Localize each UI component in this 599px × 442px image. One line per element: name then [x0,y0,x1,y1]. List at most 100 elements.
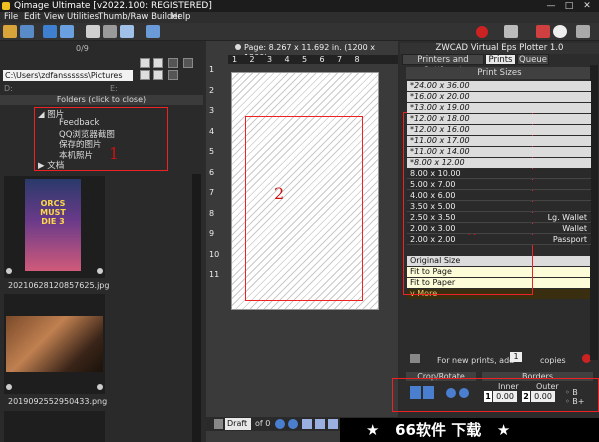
print-sizes-header: Print Sizes [406,67,593,79]
menu-view[interactable]: View [44,12,64,23]
thumbnail-3[interactable] [4,411,105,442]
print-size-label: Lg. Wallet [547,213,587,222]
print-size-value: 2.00 x 2.00 [410,235,456,244]
preview-panel: Page: 8.267 x 11.692 in. (1200 x 1200) 1… [206,41,398,442]
close-button[interactable]: ✕ [580,0,594,12]
tools-icon[interactable] [410,354,420,363]
print-queue-icon[interactable] [576,25,590,38]
v-icon[interactable] [476,26,488,38]
print-size-item[interactable]: *12.00 x 18.00 [407,114,591,124]
thumb-select-icon[interactable] [97,268,103,274]
ruler-y-label: 4 [209,126,215,136]
menu-utilities[interactable]: Utilities [67,12,99,23]
layout-icon[interactable] [146,25,160,38]
menu-file[interactable]: File [4,12,18,23]
page-view-2-icon[interactable] [315,419,325,429]
thumb-tool-2-icon[interactable] [153,58,163,68]
draft-select[interactable]: Draft [225,418,251,430]
next-icon[interactable] [288,419,298,429]
page-dot-icon [235,44,241,50]
ruler-y-label: 1 [209,65,215,74]
print-size-item[interactable]: *11.00 x 14.00 [407,147,591,157]
drive-e-label[interactable]: E: [110,84,118,93]
sizes-scrollbar[interactable] [590,65,598,360]
printer-icon[interactable] [504,25,518,38]
menu-help[interactable]: Help [171,12,190,23]
page-view-1-icon[interactable] [302,419,312,429]
save-icon[interactable] [20,25,34,38]
thumb-select-icon[interactable] [97,384,103,390]
print-size-item[interactable]: 8.00 x 10.00 [407,169,591,179]
ruler-y-label: 11 [209,270,220,279]
ruler-y-label: 7 [209,188,215,197]
print-size-item[interactable]: *24.00 x 36.00 [407,81,591,91]
thumbnail-2[interactable] [4,294,105,394]
print-size-item[interactable]: 2.00 x 3.00 Wallet [407,224,591,234]
print-size-item[interactable]: *16.00 x 20.00 [407,92,591,102]
down-icon[interactable] [214,419,223,429]
ruler-y-label: 6 [209,167,215,177]
tab-prints[interactable]: Prints [485,54,516,65]
thumb-tool-1-icon[interactable] [140,58,150,68]
thumb-tool-3-icon[interactable] [140,70,150,80]
print-size-item[interactable]: 2.50 x 3.50 Lg. Wallet [407,213,591,223]
tab-printers-settings[interactable]: Printers and Settings* [402,54,484,76]
ruler-vertical: 1 2 3 4 5 6 7 8 9 10 11 [206,64,220,344]
left-panel: 0/9 C:\Users\zdfanssssss\Pictures D: E: … [0,41,203,442]
minimize-button[interactable]: — [544,0,558,12]
thumbnail-1-caption: 20210628120857625.jpg [8,281,110,290]
print-size-item[interactable]: *12.00 x 16.00 [407,125,591,135]
print-size-label: Passport [552,235,587,244]
thumb-tool-4-icon[interactable] [153,70,163,80]
print-size-value: 5.00 x 7.00 [410,180,456,189]
scan-icon[interactable] [43,25,57,38]
print-size-item[interactable]: 3.50 x 5.00 [407,202,591,212]
ruler-y-label: 10 [209,249,220,259]
menu-bar: File Edit View Utilities Thumb/Raw Build… [0,12,599,23]
annotation-number-1: 1 [109,144,120,163]
edit-icon[interactable] [120,25,134,38]
thumb-counter: 0/9 [76,44,89,53]
fire-icon[interactable] [536,25,550,38]
page-view-3-icon[interactable] [328,419,338,429]
print-size-item[interactable]: *11.00 x 17.00 [407,136,591,146]
thumb-info-icon[interactable] [6,384,12,390]
title-bar: Qimage Ultimate [v2022.100: REGISTERED] … [0,0,599,12]
new-prints-label: For new prints, add [437,356,515,365]
copies-input[interactable]: 1 [510,352,522,362]
ruler-x-label: 5 [302,55,308,64]
print-size-item[interactable]: 2.00 x 2.00 Passport [407,235,591,245]
drive-d-label[interactable]: D: [4,84,13,93]
ruler-y-label: 2 [209,85,215,95]
menu-edit[interactable]: Edit [24,12,40,23]
clock-icon[interactable] [553,25,567,38]
print-size-item[interactable]: *13.00 x 19.00 [407,103,591,113]
print-size-value: 8.00 x 10.00 [410,169,461,178]
maximize-button[interactable]: □ [562,0,576,12]
print-size-item[interactable]: 5.00 x 7.00 [407,180,591,190]
ruler-y-label: 5 [209,147,215,156]
remove-folder-icon[interactable] [183,58,193,68]
print-size-item[interactable]: *8.00 x 12.00 [407,158,591,168]
open-icon[interactable] [3,25,17,38]
copies-label: copies [540,356,566,365]
thumb-tool-5-icon[interactable] [168,70,178,80]
view-icon[interactable] [103,25,117,38]
print-size-value: 3.50 x 5.00 [410,202,456,211]
refresh-icon[interactable] [60,25,74,38]
annotation-box-1 [34,107,168,171]
thumb-scrollbar[interactable] [192,174,201,442]
tab-queue[interactable]: Queue [517,54,549,65]
ruler-horizontal: 1 2 3 4 5 6 7 8 [228,55,398,64]
print-size-label: Wallet [562,224,587,233]
thumbnail-1[interactable]: ORCS MUST DIE 3 [4,176,105,278]
add-folder-icon[interactable] [168,58,178,68]
path-input[interactable]: C:\Users\zdfanssssss\Pictures [3,70,133,81]
thumb-info-icon[interactable] [6,268,12,274]
prev-icon[interactable] [275,419,285,429]
menu-thumb-raw-builder[interactable]: Thumb/Raw Builder [98,12,181,23]
info-icon[interactable] [86,25,100,38]
folders-header[interactable]: Folders (click to close) [0,95,203,105]
print-size-item[interactable]: 4.00 x 6.00 [407,191,591,201]
ruler-y-label: 3 [209,106,215,115]
